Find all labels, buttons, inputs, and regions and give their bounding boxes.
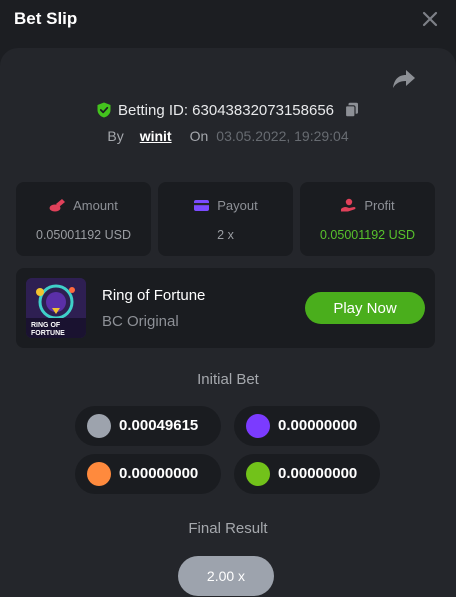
bet-meta-row: By winit On 03.05.2022, 19:29:04 — [0, 126, 456, 146]
initial-bet-chip: 0.00000000 — [75, 454, 221, 494]
final-result-badge: 2.00 x — [178, 556, 274, 596]
game-card: RING OF FORTUNE Ring of Fortune BC Origi… — [16, 268, 435, 348]
chip-amount: 0.00000000 — [278, 465, 358, 482]
svg-text:FORTUNE: FORTUNE — [31, 330, 65, 337]
currency-coin-icon — [87, 462, 111, 486]
chip-amount: 0.00049615 — [119, 417, 199, 434]
chip-amount: 0.00000000 — [119, 465, 199, 482]
currency-coin-icon — [246, 462, 270, 486]
payout-label: Payout — [217, 198, 258, 213]
chip-amount: 0.00000000 — [278, 417, 358, 434]
amount-card: Amount 0.05001192 USD — [16, 182, 151, 256]
game-name[interactable]: Ring of Fortune — [102, 287, 205, 304]
payout-value: 2 x — [217, 228, 234, 242]
game-thumbnail[interactable]: RING OF FORTUNE — [26, 278, 86, 338]
profit-value: 0.05001192 USD — [320, 228, 415, 242]
coins-icon — [49, 199, 66, 212]
betting-id-row: Betting ID: 63043832073158656 — [0, 100, 456, 120]
card-icon — [194, 200, 210, 211]
on-label: On — [189, 128, 209, 144]
currency-coin-icon — [246, 414, 270, 438]
bet-datetime: 03.05.2022, 19:29:04 — [216, 128, 349, 144]
payout-card: Payout 2 x — [158, 182, 293, 256]
hand-coin-icon — [341, 198, 356, 212]
by-label: By — [107, 128, 124, 144]
currency-coin-icon — [87, 414, 111, 438]
profit-card: Profit 0.05001192 USD — [300, 182, 435, 256]
amount-value: 0.05001192 USD — [36, 228, 131, 242]
initial-bet-chip: 0.00049615 — [75, 406, 221, 446]
svg-text:RING OF: RING OF — [31, 322, 61, 329]
profit-label: Profit — [364, 198, 395, 213]
initial-bet-chip: 0.00000000 — [234, 406, 380, 446]
username-link[interactable]: winit — [140, 128, 172, 144]
initial-bet-chip: 0.00000000 — [234, 454, 380, 494]
copy-icon[interactable] — [344, 102, 360, 118]
amount-label: Amount — [73, 198, 118, 213]
ring-of-fortune-logo: RING OF FORTUNE — [26, 278, 86, 338]
play-now-button[interactable]: Play Now — [305, 292, 425, 324]
share-icon[interactable] — [392, 68, 416, 90]
final-result-title: Final Result — [188, 520, 268, 537]
shield-check-icon — [97, 102, 111, 118]
page-title: Bet Slip — [14, 9, 78, 28]
game-provider: BC Original — [102, 313, 179, 330]
betting-id-text: Betting ID: 63043832073158656 — [117, 101, 335, 119]
bet-slip-header: Bet Slip — [0, 0, 456, 40]
initial-bet-title: Initial Bet — [197, 371, 259, 388]
close-icon[interactable] — [420, 9, 440, 29]
